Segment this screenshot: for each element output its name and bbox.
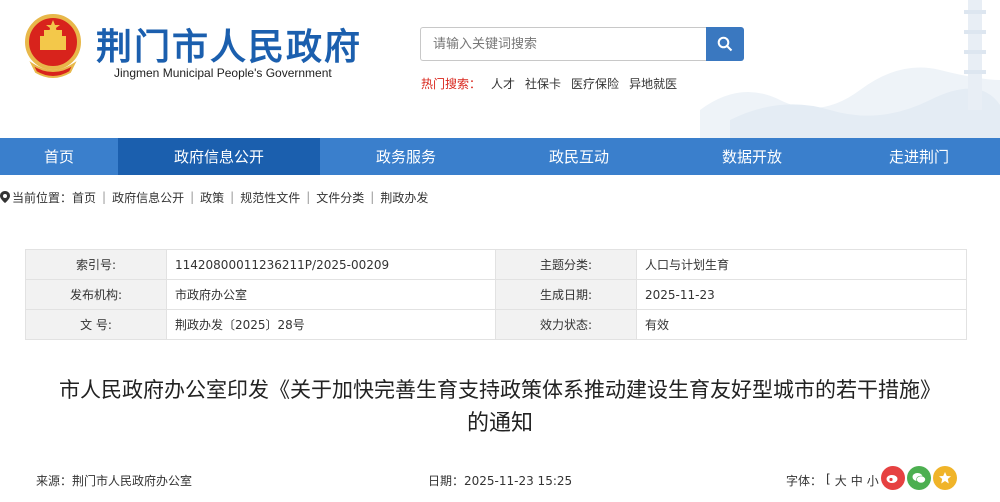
- hot-search-item[interactable]: 医疗保险: [571, 75, 619, 92]
- main-nav: 首页 政府信息公开 政务服务 政民互动 数据开放 走进荆门: [0, 138, 1000, 175]
- document-title-line: 市人民政府办公室印发《关于加快完善生育支持政策体系推动建设生育友好型城市的若干措…: [59, 378, 941, 402]
- meta-key: 效力状态:: [495, 309, 637, 340]
- star-icon: [939, 472, 951, 484]
- document-source: 来源：荆门市人民政府办公室: [36, 474, 193, 488]
- breadcrumb-separator: |: [306, 190, 311, 204]
- font-size-medium[interactable]: 中: [851, 472, 863, 489]
- national-emblem-icon: [25, 14, 81, 78]
- nav-item-home[interactable]: 首页: [0, 138, 118, 175]
- document-title-line: 的通知: [466, 411, 533, 436]
- breadcrumb: 当前位置： 首页 | 政府信息公开 | 政策 | 规范性文件 | 文件分类 | …: [0, 188, 428, 206]
- site-title[interactable]: 荆门市人民政府: [96, 18, 362, 70]
- breadcrumb-item[interactable]: 荆政办发: [380, 189, 428, 206]
- breadcrumb-separator: |: [370, 190, 375, 204]
- breadcrumb-item[interactable]: 规范性文件: [240, 189, 300, 206]
- meta-value: 有效: [636, 309, 967, 340]
- meta-value: 市政府办公室: [166, 279, 496, 310]
- nav-item-info-disclosure[interactable]: 政府信息公开: [118, 138, 320, 175]
- breadcrumb-item[interactable]: 首页: [72, 189, 96, 206]
- breadcrumb-separator: |: [102, 190, 107, 204]
- table-row: 发布机构: 市政府办公室 生成日期: 2025-11-23: [25, 279, 967, 310]
- table-row: 文 号: 荆政办发〔2025〕28号 效力状态: 有效: [25, 309, 967, 340]
- meta-key: 主题分类:: [495, 249, 637, 280]
- hot-search-label: 热门搜索：: [421, 77, 482, 91]
- font-size-bracket: [: [826, 472, 831, 486]
- location-pin-icon: [0, 191, 10, 203]
- weibo-share-button[interactable]: [881, 466, 905, 490]
- hot-search-item[interactable]: 社保卡: [525, 75, 561, 92]
- breadcrumb-item[interactable]: 文件分类: [316, 189, 364, 206]
- breadcrumb-separator: |: [190, 190, 195, 204]
- breadcrumb-item[interactable]: 政策: [200, 189, 224, 206]
- document-title: 市人民政府办公室印发《关于加快完善生育支持政策体系推动建设生育友好型城市的若干措…: [0, 373, 1000, 441]
- nav-item-open-data[interactable]: 数据开放: [666, 138, 838, 175]
- meta-value: 荆政办发〔2025〕28号: [166, 309, 496, 340]
- site-header: 荆门市人民政府 Jingmen Municipal People's Gover…: [0, 0, 1000, 138]
- nav-item-about-jingmen[interactable]: 走进荆门: [838, 138, 1000, 175]
- font-size-label: 字体：: [786, 474, 823, 488]
- search-icon: [717, 36, 733, 52]
- meta-value: 人口与计划生育: [636, 249, 967, 280]
- font-size-small[interactable]: 小: [867, 472, 879, 489]
- breadcrumb-separator: |: [230, 190, 235, 204]
- font-size-large[interactable]: 大: [835, 472, 847, 489]
- meta-key: 发布机构:: [25, 279, 167, 310]
- hot-search: 热门搜索： 人才 社保卡 医疗保险 异地就医: [421, 75, 677, 92]
- meta-value: 2025-11-23: [636, 279, 967, 310]
- meta-key: 生成日期:: [495, 279, 637, 310]
- favorite-button[interactable]: [933, 466, 957, 490]
- document-meta-table: 索引号: 11420800011236211P/2025-00209 主题分类:…: [25, 249, 967, 340]
- hot-search-item[interactable]: 人才: [491, 75, 515, 92]
- hot-search-item[interactable]: 异地就医: [629, 75, 677, 92]
- landscape-decoration: [700, 0, 1000, 138]
- weibo-icon: [886, 475, 898, 483]
- search-input[interactable]: [420, 27, 706, 61]
- wechat-icon: [912, 473, 926, 484]
- breadcrumb-item[interactable]: 政府信息公开: [112, 189, 184, 206]
- search-button[interactable]: [706, 27, 744, 61]
- document-info-bar: 来源：荆门市人民政府办公室 日期：2025-11-23 15:25 字体： [ …: [0, 466, 1000, 490]
- meta-key: 文 号:: [25, 309, 167, 340]
- breadcrumb-label: 当前位置：: [12, 190, 73, 205]
- nav-item-services[interactable]: 政务服务: [320, 138, 492, 175]
- table-row: 索引号: 11420800011236211P/2025-00209 主题分类:…: [25, 249, 967, 280]
- meta-value: 11420800011236211P/2025-00209: [166, 249, 496, 280]
- font-size-switcher: 字体： [ 大 中 小 ]: [786, 472, 887, 489]
- site-subtitle: Jingmen Municipal People's Government: [114, 66, 332, 80]
- meta-key: 索引号:: [25, 249, 167, 280]
- document-date: 日期：2025-11-23 15:25: [428, 474, 573, 488]
- nav-item-interaction[interactable]: 政民互动: [492, 138, 666, 175]
- wechat-share-button[interactable]: [907, 466, 931, 490]
